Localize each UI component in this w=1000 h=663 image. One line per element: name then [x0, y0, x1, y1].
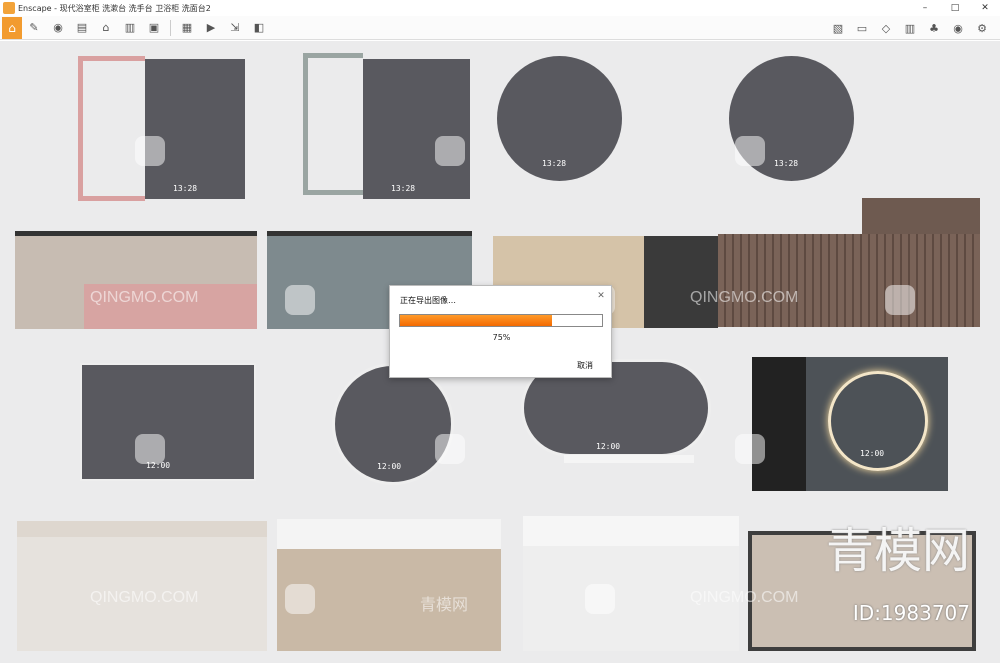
mirror-clock: 12:00 — [596, 442, 621, 451]
window-title: Enscape - 现代浴室柜 洗漱台 洗手台 卫浴柜 洗面台2 — [18, 3, 211, 13]
bim-icon[interactable]: ▤ — [72, 19, 92, 37]
watermark-logo-icon — [135, 434, 165, 464]
toolbar-separator — [170, 19, 171, 36]
clapper-icon[interactable]: ▣ — [144, 19, 164, 37]
window-controls: – □ ✕ — [910, 0, 1000, 16]
dark-shelf — [644, 236, 718, 328]
watermark-logo-icon — [585, 584, 615, 614]
toolbar-right: ▧ ▭ ◇ ▥ ♣ ◉ ⚙ — [826, 19, 994, 37]
cube-icon[interactable]: ◇ — [876, 19, 896, 37]
watermark-text: QINGMO.COM — [90, 289, 199, 306]
maximize-button[interactable]: □ — [940, 0, 970, 16]
watermark-logo-icon — [135, 136, 165, 166]
mirror-cabinet-1: 13:28 — [145, 59, 245, 199]
export-progress-dialog: 正在导出图像… ✕ 75% 取消 — [389, 285, 612, 378]
title-bar: Enscape - 现代浴室柜 洗漱台 洗手台 卫浴柜 洗面台2 – □ ✕ — [0, 0, 1000, 16]
brand-watermark: 青模网 — [825, 523, 970, 579]
image-icon[interactable]: ▦ — [177, 19, 197, 37]
render-icon[interactable]: ▭ — [852, 19, 872, 37]
library-icon[interactable]: ▥ — [900, 19, 920, 37]
top-wood-shelf — [862, 198, 980, 234]
toolbar: ⌂ ✎ ◉ ▤ ⌂ ▥ ▣ ▦ ▶ ⇲ ◧ ▧ ▭ ◇ ▥ ♣ ◉ ⚙ — [0, 16, 1000, 40]
chart-icon[interactable]: ▥ — [120, 19, 140, 37]
dialog-title: 正在导出图像… — [400, 296, 456, 305]
mirror-clock: 13:28 — [391, 184, 416, 193]
close-button[interactable]: ✕ — [970, 0, 1000, 16]
cancel-button[interactable]: 取消 — [577, 360, 593, 371]
watermark-text: QINGMO.COM — [690, 589, 799, 606]
eye-icon[interactable]: ◉ — [948, 19, 968, 37]
pink-shelf — [78, 56, 145, 201]
vanity-cabinet-5 — [17, 521, 267, 651]
house-icon[interactable]: ⌂ — [96, 19, 116, 37]
mirror-clock: 12:00 — [377, 462, 402, 471]
mirror-clock: 12:00 — [860, 449, 885, 458]
mirror-cabinet-2: 13:28 — [363, 59, 470, 199]
watermark-logo-icon — [735, 434, 765, 464]
watermark-logo-icon — [885, 285, 915, 315]
tree-icon[interactable]: ♣ — [924, 19, 944, 37]
watermark-text: QINGMO.COM — [690, 289, 799, 306]
eye-icon[interactable]: ◉ — [48, 19, 68, 37]
progress-bar — [399, 314, 603, 327]
minimize-button[interactable]: – — [910, 0, 940, 16]
home-icon[interactable]: ⌂ — [2, 16, 22, 39]
settings-icon[interactable]: ⚙ — [972, 19, 992, 37]
light-shelf — [564, 455, 694, 463]
watermark-logo-icon — [435, 434, 465, 464]
watermark-logo-icon — [435, 136, 465, 166]
model-id: ID:1983707 — [852, 601, 970, 625]
round-mirror-6: 12:00 — [332, 363, 454, 485]
watermark-cn: 青模网 — [420, 597, 469, 614]
grey-shelf — [303, 53, 363, 195]
mirror-clock: 13:28 — [774, 159, 799, 168]
watermark-logo-icon — [285, 285, 315, 315]
video-icon[interactable]: ▶ — [201, 19, 221, 37]
export-icon[interactable]: ⇲ — [225, 19, 245, 37]
watermark-logo-icon — [285, 584, 315, 614]
map-icon[interactable]: ▧ — [828, 19, 848, 37]
vanity-cabinet-4 — [718, 234, 980, 327]
progress-fill — [400, 315, 552, 326]
progress-label: 75% — [492, 333, 511, 342]
round-mirror-1: 13:28 — [497, 56, 622, 181]
screenshot-icon[interactable]: ◧ — [249, 19, 269, 37]
mirror-clock: 13:28 — [542, 159, 567, 168]
rect-mirror-5: 12:00 — [80, 363, 256, 481]
watermark-logo-icon — [735, 136, 765, 166]
close-icon[interactable]: ✕ — [595, 290, 607, 302]
watermark-text: QINGMO.COM — [90, 589, 199, 606]
paint-icon[interactable]: ✎ — [24, 19, 44, 37]
mirror-cabinet-8: 12:00 — [806, 357, 948, 491]
vanity-cabinet-7 — [523, 516, 739, 651]
enscape-logo-icon — [3, 2, 15, 14]
mirror-clock: 13:28 — [173, 184, 198, 193]
